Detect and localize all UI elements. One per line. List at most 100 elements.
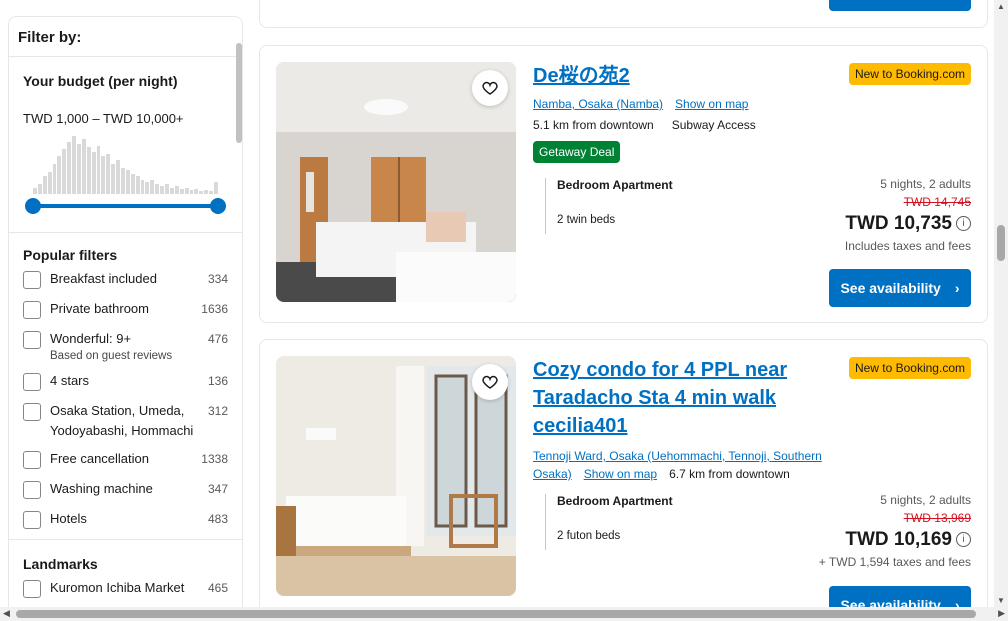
heart-icon [482,81,498,95]
popular-filters-list: Breakfast included 334 Private bathroom … [23,269,228,531]
info-icon[interactable]: i [956,216,971,232]
scroll-down-arrow-icon[interactable]: ▼ [997,596,1005,605]
checkbox[interactable] [23,511,41,529]
new-to-booking-badge: New to Booking.com [848,357,971,379]
hotel-name-link[interactable]: Cozy condo for 4 PPL near Taradacho Sta … [533,356,795,440]
horizontal-scrollbar[interactable]: ◀ ▶ [0,607,1008,621]
budget-min-handle[interactable] [25,198,41,214]
show-on-map-link[interactable]: Show on map [675,97,748,111]
show-on-map-link[interactable]: Show on map [584,467,657,481]
price-block: 5 nights, 2 adults TWD 13,969 TWD 10,169… [819,493,971,569]
budget-heading: Your budget (per night) [23,73,178,89]
filter-4-stars[interactable]: 4 stars 136 [23,371,228,393]
previous-see-availability-button[interactable] [829,0,971,11]
room-type: Bedroom Apartment [557,494,673,508]
scroll-up-arrow-icon[interactable]: ▲ [997,2,1005,11]
budget-section: Your budget (per night) TWD 1,000 – TWD … [9,73,242,233]
filter-title: Filter by: [9,17,242,57]
stay-info: 5 nights, 2 adults [880,493,971,507]
save-to-wishlist-button[interactable] [472,364,508,400]
price-block: 5 nights, 2 adults TWD 14,745 TWD 10,735… [845,177,971,253]
landmarks-section: Landmarks Kuromon Ichiba Market 465 [9,556,242,600]
checkbox[interactable] [23,403,41,421]
landmarks-heading: Landmarks [23,556,98,572]
search-results-page: Filter by: Your budget (per night) TWD 1… [0,0,1008,621]
price-value: TWD 10,169 [845,529,952,550]
filter-label: Osaka Station, Umeda, Yodoyabashi, Homma… [50,403,194,438]
filter-label: Free cancellation [50,451,149,466]
checkbox[interactable] [23,481,41,499]
filter-count: 476 [207,332,228,346]
vertical-scrollbar[interactable]: ▲ ▼ [994,0,1008,607]
chevron-right-icon: › [954,280,960,296]
filter-count: 483 [207,512,228,526]
filter-hotels[interactable]: Hotels 483 [23,509,228,531]
hotel-card: De桜の苑2 Namba, Osaka (Namba) Show on map 5… [259,45,988,323]
popular-filters-section: Popular filters Breakfast included 334 P… [9,247,242,540]
filter-sidebar: Filter by: Your budget (per night) TWD 1… [8,16,243,616]
price-value: TWD 10,735 [845,213,952,234]
bed-info: 2 twin beds [557,214,616,226]
checkbox[interactable] [23,271,41,289]
distance-text: 6.7 km from downtown [669,467,790,481]
popular-filters-heading: Popular filters [23,247,118,263]
save-to-wishlist-button[interactable] [472,70,508,106]
location-line: Namba, Osaka (Namba) Show on map [533,97,760,111]
filter-private-bathroom[interactable]: Private bathroom 1636 [23,299,228,321]
filter-count: 312 [207,404,228,418]
heart-icon [482,375,498,389]
budget-range: TWD 1,000 – TWD 10,000+ [23,111,184,126]
tax-note: + TWD 1,594 taxes and fees [818,555,971,569]
filter-label-main: Wonderful: 9+ [50,331,132,346]
original-price: TWD 13,969 [903,511,971,525]
current-price: TWD 10,169 i [819,529,971,551]
budget-slider-track [33,204,218,208]
filter-osaka-station[interactable]: Osaka Station, Umeda, Yodoyabashi, Homma… [23,401,228,441]
stay-info: 5 nights, 2 adults [880,177,971,191]
filter-wonderful-9[interactable]: Wonderful: 9+ Based on guest reviews 476 [23,329,228,363]
original-price: TWD 14,745 [903,195,971,209]
checkbox[interactable] [23,451,41,469]
hotel-name-link[interactable]: De桜の苑2 [533,62,630,90]
filter-count: 334 [207,272,228,286]
see-availability-button[interactable]: See availability › [829,269,971,307]
filter-label: Breakfast included [50,271,157,286]
previous-hotel-card [259,0,988,28]
tax-note: Includes taxes and fees [844,239,971,253]
filter-washing-machine[interactable]: Washing machine 347 [23,479,228,501]
filter-label: Washing machine [50,481,153,496]
bed-info: 2 futon beds [557,530,621,542]
location-line: Tennoji Ward, Osaka (Uehommachi, Tennoji… [533,447,833,483]
vertical-scroll-thumb[interactable] [997,225,1005,261]
room-info: Bedroom Apartment 2 futon beds [545,494,775,550]
distance-line: 5.1 km from downtown Subway Access [533,118,774,132]
filter-count: 347 [207,482,228,496]
getaway-deal-badge: Getaway Deal [533,141,621,163]
button-label: See availability [840,280,941,296]
filter-label: Private bathroom [50,301,149,316]
filter-label-sub: Based on guest reviews [50,350,173,362]
filter-count: 1338 [201,452,228,466]
sidebar-scrollbar[interactable] [236,43,242,143]
room-type: Bedroom Apartment [557,178,673,192]
filter-label: Wonderful: 9+ Based on guest reviews [50,329,202,363]
checkbox[interactable] [23,580,41,598]
horizontal-scroll-thumb[interactable] [16,610,976,618]
room-info: Bedroom Apartment 2 twin beds [545,178,775,234]
info-icon[interactable]: i [956,532,971,548]
budget-slider[interactable] [23,194,228,218]
hotel-card: Cozy condo for 4 PPL near Taradacho Sta … [259,339,988,621]
checkbox[interactable] [23,331,41,349]
checkbox[interactable] [23,301,41,319]
budget-max-handle[interactable] [210,198,226,214]
filter-breakfast-included[interactable]: Breakfast included 334 [23,269,228,291]
scroll-left-arrow-icon[interactable]: ◀ [3,608,10,619]
scroll-right-arrow-icon[interactable]: ▶ [998,608,1005,619]
location-link[interactable]: Namba, Osaka (Namba) [533,97,663,111]
filter-count: 136 [207,374,228,388]
filter-free-cancellation[interactable]: Free cancellation 1338 [23,449,228,471]
filter-kuromon-market[interactable]: Kuromon Ichiba Market 465 [23,578,228,600]
filter-count: 465 [207,581,228,595]
checkbox[interactable] [23,373,41,391]
filter-label: 4 stars [50,373,90,388]
